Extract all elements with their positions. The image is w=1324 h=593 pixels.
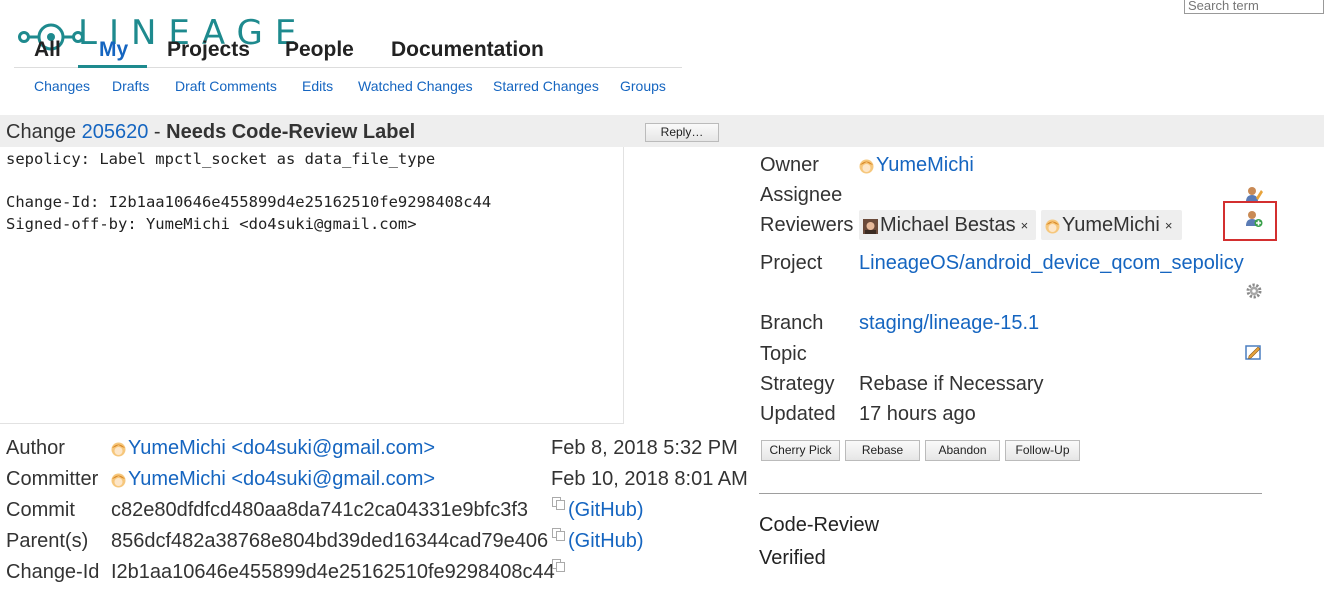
sub-menu-draft-comments[interactable]: Draft Comments <box>175 78 277 94</box>
reviewer-name[interactable]: Michael Bestas <box>880 214 1016 236</box>
settings-gear-icon[interactable] <box>1245 282 1263 300</box>
sub-menu-groups[interactable]: Groups <box>620 78 666 94</box>
author-link[interactable]: YumeMichi <do4suki@gmail.com> <box>128 437 435 459</box>
remove-reviewer-icon[interactable]: × <box>1021 218 1029 233</box>
commit-signed-off-line: Signed-off-by: YumeMichi <do4suki@gmail.… <box>6 215 417 233</box>
committer-avatar <box>111 473 126 488</box>
sub-menu-edits[interactable]: Edits <box>302 78 333 94</box>
reply-button[interactable]: Reply… <box>645 123 719 142</box>
strategy-label: Strategy <box>760 373 835 395</box>
reviewer-avatar <box>1045 219 1060 234</box>
branch-link[interactable]: staging/lineage-15.1 <box>859 312 1039 335</box>
sub-menu-changes[interactable]: Changes <box>34 78 90 94</box>
assignee-label: Assignee <box>760 184 843 206</box>
reviewer-chip: YumeMichi × <box>1041 210 1182 240</box>
title-separator: - <box>148 121 167 143</box>
owner-avatar <box>859 159 874 174</box>
commit-label: Commit <box>6 499 75 521</box>
commit-github-link[interactable]: (GitHub) <box>568 499 644 522</box>
committer-label: Committer <box>6 468 99 490</box>
top-tab-projects[interactable]: Projects <box>167 36 250 64</box>
top-menu: All My Projects People Documentation <box>14 36 682 68</box>
copy-icon[interactable] <box>552 528 565 541</box>
committer-date: Feb 10, 2018 8:01 AM <box>551 468 748 490</box>
abandon-button[interactable]: Abandon <box>925 440 1000 461</box>
updated-label: Updated <box>760 403 836 425</box>
copy-icon[interactable] <box>552 559 565 572</box>
author-label: Author <box>6 437 65 459</box>
author-date: Feb 8, 2018 5:32 PM <box>551 437 738 459</box>
verified-label: Verified <box>759 547 826 569</box>
project-label: Project <box>760 252 823 274</box>
updated-value: 17 hours ago <box>859 403 976 425</box>
project-link[interactable]: LineageOS/android_device_qcom_sepolicy <box>859 252 1244 275</box>
branch-label: Branch <box>760 312 824 334</box>
sub-menu-drafts[interactable]: Drafts <box>112 78 149 94</box>
reviewer-avatar <box>863 219 878 234</box>
commit-subject: sepolicy: Label mpctl_socket as data_fil… <box>6 150 436 168</box>
change-prefix: Change <box>6 121 77 143</box>
change-status: Needs Code-Review Label <box>166 121 416 143</box>
parent-github-link[interactable]: (GitHub) <box>568 530 644 553</box>
committer-link[interactable]: YumeMichi <do4suki@gmail.com> <box>128 468 435 490</box>
follow-up-button[interactable]: Follow-Up <box>1005 440 1080 461</box>
top-tab-people[interactable]: People <box>285 36 354 64</box>
owner-link[interactable]: YumeMichi <box>876 154 974 176</box>
author-avatar <box>111 442 126 457</box>
search-input[interactable] <box>1184 0 1324 14</box>
code-review-label: Code-Review <box>759 514 880 536</box>
commit-message: sepolicy: Label mpctl_socket as data_fil… <box>0 147 624 424</box>
top-tab-documentation[interactable]: Documentation <box>391 36 544 64</box>
change-id-label: Change-Id <box>6 561 100 583</box>
change-id-value: I2b1aa10646e455899d4e25162510fe9298408c4… <box>111 561 555 583</box>
reviewers-label: Reviewers <box>760 214 854 236</box>
parents-label: Parent(s) <box>6 530 89 552</box>
top-tab-all[interactable]: All <box>34 36 61 64</box>
change-header: Change 205620 - Needs Code-Review Label … <box>0 115 1324 147</box>
reviewer-chip: Michael Bestas × <box>859 210 1036 240</box>
change-title: Change 205620 - Needs Code-Review Label <box>6 121 415 144</box>
strategy-value: Rebase if Necessary <box>859 373 1044 395</box>
commit-change-id-line: Change-Id: I2b1aa10646e455899d4e25162510… <box>6 193 492 211</box>
change-number-link[interactable]: 205620 <box>82 121 149 143</box>
copy-icon[interactable] <box>552 497 565 510</box>
cherry-pick-button[interactable]: Cherry Pick <box>761 440 840 461</box>
labels-divider <box>759 493 1262 494</box>
top-tab-my[interactable]: My <box>99 36 128 64</box>
highlight-box <box>1223 201 1277 241</box>
reviewer-name[interactable]: YumeMichi <box>1062 214 1160 236</box>
owner-value: YumeMichi <box>859 154 974 177</box>
commit-hash: c82e80dfdfcd480aa8da741c2ca04331e9bfc3f3 <box>111 499 529 521</box>
sub-menu-starred-changes[interactable]: Starred Changes <box>493 78 599 94</box>
remove-reviewer-icon[interactable]: × <box>1165 218 1173 233</box>
owner-label: Owner <box>760 154 819 176</box>
topic-label: Topic <box>760 343 807 365</box>
edit-topic-icon[interactable] <box>1245 343 1263 361</box>
rebase-button[interactable]: Rebase <box>845 440 920 461</box>
parent-hash: 856dcf482a38768e804bd39ded16344cad79e406 <box>111 530 549 552</box>
active-tab-indicator <box>78 65 147 68</box>
sub-menu-watched-changes[interactable]: Watched Changes <box>358 78 473 94</box>
committer-value: YumeMichi <do4suki@gmail.com> <box>111 468 435 491</box>
author-value: YumeMichi <do4suki@gmail.com> <box>111 437 435 460</box>
